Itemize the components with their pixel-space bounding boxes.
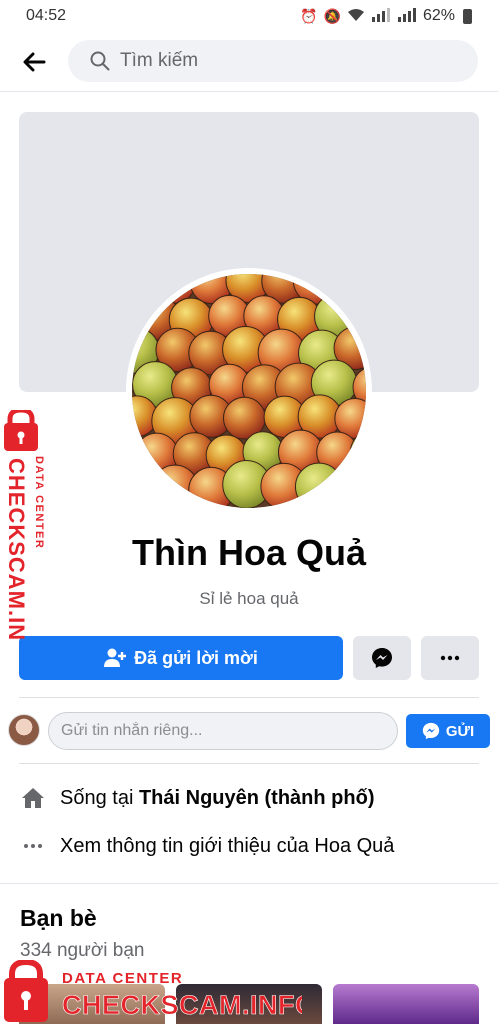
status-icons: ⏰ 🔕 62% xyxy=(300,7,472,25)
divider xyxy=(19,763,479,764)
section-divider xyxy=(0,883,498,884)
search-icon xyxy=(90,51,110,71)
watermark-vertical-text-2: CHECKSCAM.INFO xyxy=(4,458,29,642)
status-bar: 04:52 ⏰ 🔕 62% xyxy=(0,0,498,32)
lives-prefix: Sống tại xyxy=(60,786,139,809)
friend-request-label: Đã gửi lời mời xyxy=(134,647,258,668)
search-input[interactable] xyxy=(120,50,420,72)
ellipsis-icon xyxy=(20,833,46,859)
messenger-icon xyxy=(372,648,392,668)
friends-count: 334 người bạn xyxy=(20,940,145,961)
message-field[interactable] xyxy=(48,712,398,750)
home-icon xyxy=(20,785,46,811)
status-time: 04:52 xyxy=(26,7,67,24)
watermark-vertical: CHECKSCAM.INFO DATA CENTER xyxy=(4,410,45,642)
fruit xyxy=(132,465,163,508)
watermark-bottom: DATA CENTER CHECKSCAM.INFO xyxy=(4,960,302,1022)
lives-place[interactable]: Thái Nguyên (thành phố) xyxy=(139,787,375,810)
see-about-label: Xem thông tin giới thiệu của Hoa Quả xyxy=(60,834,395,857)
messenger-button[interactable] xyxy=(353,636,411,680)
lives-in-row: Sống tại Thái Nguyên (thành phố) xyxy=(20,780,490,816)
profile-picture-image xyxy=(132,274,366,508)
mute-icon: 🔕 xyxy=(323,7,341,24)
lock-icon xyxy=(4,960,48,1022)
wifi-icon xyxy=(347,8,365,25)
add-friend-icon xyxy=(104,648,127,667)
battery-percent: 62% xyxy=(422,7,455,24)
message-input[interactable] xyxy=(61,722,381,740)
search-bar[interactable] xyxy=(68,40,478,82)
friend-thumbnail[interactable] xyxy=(333,984,479,1024)
watermark-bottom-text-2: CHECKSCAM.INFO xyxy=(62,990,302,1020)
back-button[interactable] xyxy=(10,38,58,86)
more-icon xyxy=(440,655,460,661)
friends-title: Bạn bè xyxy=(20,905,97,931)
send-message-button[interactable]: GỬI xyxy=(406,714,490,748)
lock-icon xyxy=(4,410,38,451)
fruit-photo xyxy=(132,274,366,508)
profile-bio: Sỉ lẻ hoa quả xyxy=(199,589,299,608)
battery-icon xyxy=(463,8,472,24)
user-avatar xyxy=(8,714,40,746)
top-bar xyxy=(0,32,498,92)
profile-name: Thìn Hoa Quả xyxy=(132,532,366,573)
watermark-bottom-text-1: DATA CENTER xyxy=(62,970,183,987)
profile-picture[interactable] xyxy=(126,268,372,514)
signal-2-icon xyxy=(397,7,417,25)
fruit xyxy=(329,463,366,508)
messenger-icon xyxy=(422,722,440,740)
watermark-vertical-text-1: DATA CENTER xyxy=(33,456,45,549)
see-about-row[interactable]: Xem thông tin giới thiệu của Hoa Quả xyxy=(20,828,490,864)
send-label: GỬI xyxy=(445,722,475,740)
back-arrow-icon xyxy=(23,52,46,71)
fruit xyxy=(294,462,344,508)
signal-icon xyxy=(371,7,391,25)
alarm-icon: ⏰ xyxy=(300,7,318,24)
friend-request-sent-button[interactable]: Đã gửi lời mời xyxy=(19,636,343,680)
divider xyxy=(19,697,479,698)
more-options-button[interactable] xyxy=(421,636,479,680)
